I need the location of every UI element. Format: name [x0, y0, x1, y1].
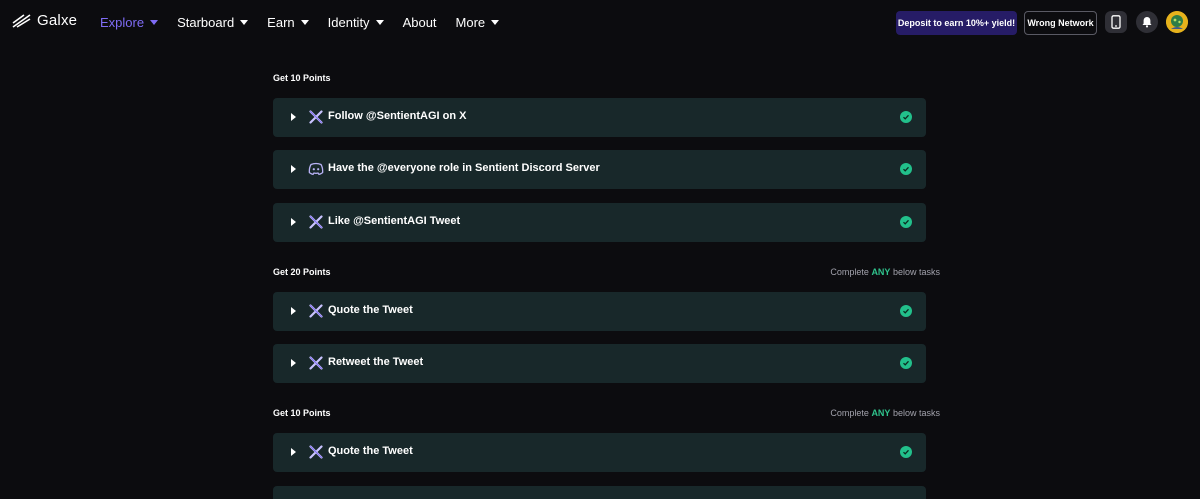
x-icon [309, 445, 323, 459]
chevron-down-icon [300, 20, 309, 25]
check-icon [900, 446, 912, 458]
task-label: Quote the Tweet [328, 445, 413, 457]
task-label: Quote the Tweet [328, 304, 413, 316]
section-header: Get 20 Points Complete ANY below tasks [273, 265, 940, 279]
x-icon [309, 304, 323, 318]
task-label: Follow @SentientAGI on X [328, 110, 467, 122]
section-title: Get 20 Points [273, 267, 331, 277]
expand-arrow-icon[interactable] [291, 165, 296, 173]
chevron-down-icon [375, 20, 384, 25]
task-quote-tweet[interactable]: Quote the Tweet [273, 292, 926, 331]
expand-arrow-icon[interactable] [291, 218, 296, 226]
mobile-icon [1111, 15, 1121, 29]
check-icon [900, 111, 912, 123]
chevron-down-icon [150, 20, 159, 25]
task-partial[interactable] [273, 486, 926, 499]
section-note: Complete ANY below tasks [830, 408, 940, 418]
x-icon [309, 215, 323, 229]
galxe-logo[interactable]: Galxe [12, 12, 77, 29]
x-icon [309, 356, 323, 370]
deposit-button[interactable]: Deposit to earn 10%+ yield! [896, 11, 1017, 35]
expand-arrow-icon[interactable] [291, 307, 296, 315]
section-title: Get 10 Points [273, 73, 331, 83]
task-label: Like @SentientAGI Tweet [328, 215, 461, 227]
bell-icon [1142, 17, 1152, 28]
nav-item-about[interactable]: About [403, 15, 437, 30]
main-nav: Explore Starboard Earn Identity About Mo… [100, 0, 518, 44]
nav-item-identity[interactable]: Identity [328, 15, 384, 30]
check-icon [900, 305, 912, 317]
task-follow-x[interactable]: Follow @SentientAGI on X [273, 98, 926, 137]
discord-icon [308, 162, 324, 176]
expand-arrow-icon[interactable] [291, 359, 296, 367]
x-icon [309, 110, 323, 124]
task-label: Have the @everyone role in Sentient Disc… [328, 162, 600, 174]
task-label: Retweet the Tweet [328, 356, 424, 368]
nav-item-earn[interactable]: Earn [267, 15, 309, 30]
section-header: Get 10 Points [273, 71, 940, 85]
notifications-button[interactable] [1136, 11, 1158, 33]
avatar-image [1166, 11, 1188, 33]
top-navigation-bar: Galxe Explore Starboard Earn Identity Ab… [0, 0, 1200, 44]
chevron-down-icon [491, 20, 500, 25]
section-header: Get 10 Points Complete ANY below tasks [273, 406, 940, 420]
check-icon [900, 216, 912, 228]
task-quote-tweet[interactable]: Quote the Tweet [273, 433, 926, 472]
task-retweet[interactable]: Retweet the Tweet [273, 344, 926, 383]
task-discord-role[interactable]: Have the @everyone role in Sentient Disc… [273, 150, 926, 189]
galxe-logo-icon [12, 13, 31, 28]
expand-arrow-icon[interactable] [291, 113, 296, 121]
avatar[interactable] [1166, 11, 1188, 33]
nav-item-explore[interactable]: Explore [100, 15, 159, 30]
task-like-tweet[interactable]: Like @SentientAGI Tweet [273, 203, 926, 242]
check-icon [900, 357, 912, 369]
section-title: Get 10 Points [273, 408, 331, 418]
nav-item-starboard[interactable]: Starboard [177, 15, 249, 30]
expand-arrow-icon[interactable] [291, 448, 296, 456]
check-icon [900, 163, 912, 175]
mobile-app-button[interactable] [1105, 11, 1127, 33]
nav-item-more[interactable]: More [456, 15, 500, 30]
section-note: Complete ANY below tasks [830, 267, 940, 277]
chevron-down-icon [240, 20, 249, 25]
wrong-network-button[interactable]: Wrong Network [1024, 11, 1097, 35]
brand-name: Galxe [37, 12, 78, 29]
